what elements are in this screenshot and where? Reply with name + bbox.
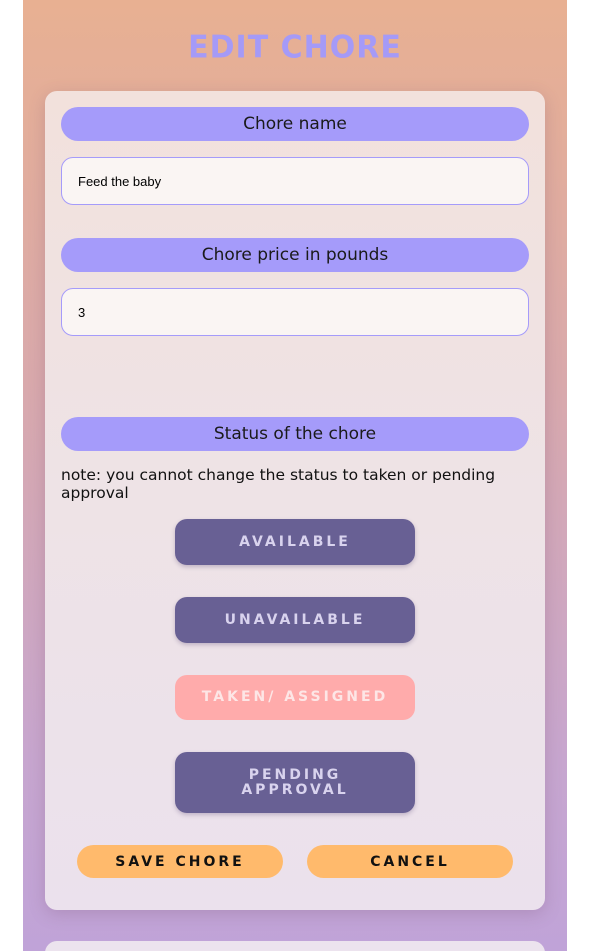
app-screen: Edit Chore Chore name Feed the baby Chor… [23,0,567,951]
status-note: note: you cannot change the status to ta… [61,466,496,502]
cancel-button[interactable]: Cancel [307,845,513,878]
status-pending-button[interactable]: Pending Approval [175,752,415,813]
chore-price-label: Chore price in pounds [61,238,529,272]
save-chore-button[interactable]: Save Chore [77,845,283,878]
chore-status-label: Status of the chore [61,417,529,451]
chore-name-label: Chore name [61,107,529,141]
chore-name-input[interactable]: Feed the baby [61,157,529,205]
page-title: Edit Chore [188,29,402,66]
next-card [45,941,545,951]
chore-price-input[interactable]: 3 [61,288,529,336]
status-taken-button[interactable]: Taken/ Assigned [175,675,415,720]
edit-chore-card: Chore name Feed the baby Chore price in … [45,91,545,910]
status-unavailable-button[interactable]: Unavailable [175,597,415,643]
status-available-button[interactable]: Available [175,519,415,565]
